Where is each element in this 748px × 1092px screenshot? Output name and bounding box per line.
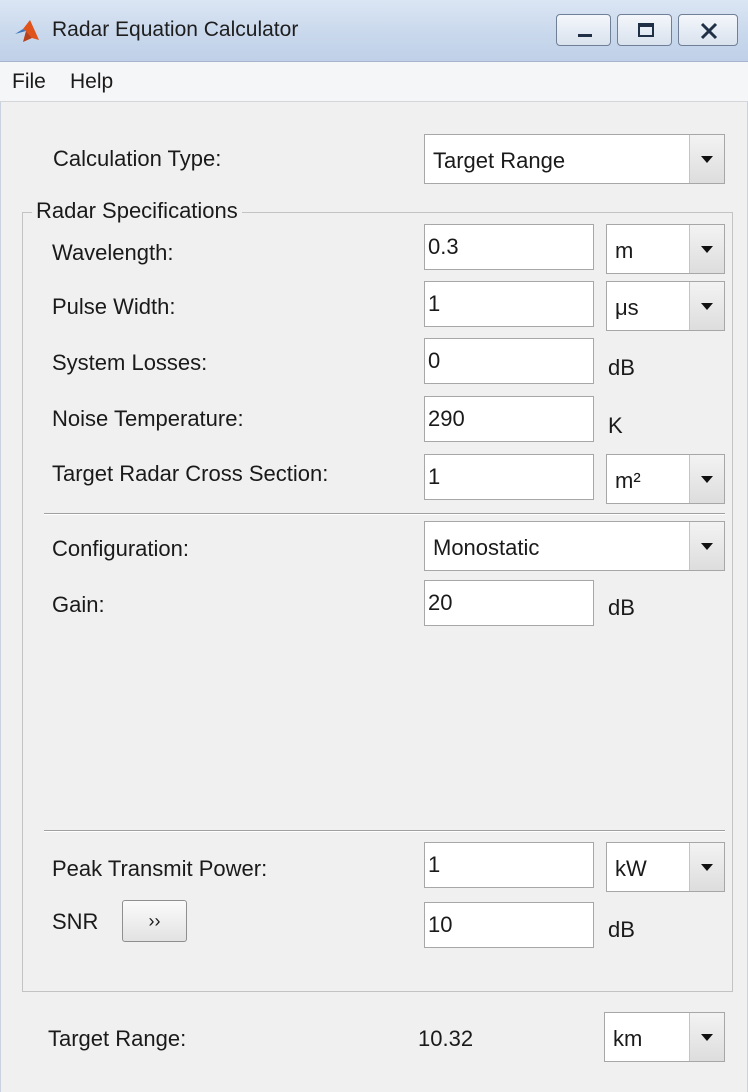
chevron-down-icon: [701, 156, 713, 163]
target-range-unit-dropdown[interactable]: km: [604, 1012, 725, 1062]
target-range-label: Target Range:: [48, 1026, 187, 1051]
pulse-width-value: 1: [428, 291, 441, 316]
noise-temperature-unit: K: [608, 413, 623, 438]
snr-label: SNR: [52, 909, 99, 934]
system-losses-value: 0: [428, 348, 441, 373]
minimize-button[interactable]: [556, 14, 611, 46]
peak-power-unit-dropdown[interactable]: kW: [606, 842, 725, 892]
menu-file[interactable]: File: [12, 70, 46, 94]
wavelength-unit-dropdown[interactable]: m: [606, 224, 725, 274]
wavelength-value: 0.3: [428, 234, 459, 259]
wavelength-label: Wavelength:: [52, 240, 174, 265]
system-losses-unit: dB: [608, 355, 635, 380]
pulse-width-label: Pulse Width:: [52, 294, 176, 319]
wavelength-field[interactable]: 0.3: [424, 224, 594, 270]
close-button[interactable]: [678, 14, 738, 46]
noise-temperature-label: Noise Temperature:: [52, 406, 244, 431]
wavelength-unit: m: [615, 238, 634, 263]
peak-power-field[interactable]: 1: [424, 842, 594, 888]
noise-temperature-value: 290: [428, 406, 465, 431]
peak-power-value: 1: [428, 852, 441, 877]
configuration-label: Configuration:: [52, 536, 189, 561]
minimize-icon: [578, 34, 592, 37]
pulse-width-unit-dropdown[interactable]: μs: [606, 281, 725, 331]
separator: [44, 830, 725, 832]
chevron-down-icon: [701, 1034, 713, 1041]
pulse-width-unit: μs: [615, 295, 639, 320]
window-title: Radar Equation Calculator: [52, 18, 299, 41]
target-range-value: 10.32: [418, 1026, 474, 1051]
dropdown-arrow[interactable]: [689, 455, 724, 503]
separator: [44, 513, 725, 515]
rcs-label: Target Radar Cross Section:: [52, 461, 329, 486]
dropdown-arrow[interactable]: [689, 522, 724, 570]
gain-field[interactable]: 20: [424, 580, 594, 626]
snr-button-label: ››: [148, 911, 161, 931]
snr-value: 10: [428, 912, 453, 937]
calculation-type-value: Target Range: [433, 148, 566, 173]
dropdown-arrow[interactable]: [689, 282, 724, 330]
gain-label: Gain:: [52, 592, 105, 617]
snr-unit: dB: [608, 917, 635, 942]
chevron-down-icon: [701, 246, 713, 253]
pulse-width-field[interactable]: 1: [424, 281, 594, 327]
target-range-unit: km: [613, 1026, 643, 1051]
configuration-value: Monostatic: [433, 535, 540, 560]
noise-temperature-field[interactable]: 290: [424, 396, 594, 442]
rcs-value: 1: [428, 464, 441, 489]
maximize-icon: [638, 23, 654, 37]
peak-power-unit: kW: [615, 856, 647, 881]
system-losses-label: System Losses:: [52, 350, 208, 375]
maximize-button[interactable]: [617, 14, 672, 46]
dropdown-arrow[interactable]: [689, 225, 724, 273]
calculation-type-dropdown[interactable]: Target Range: [424, 134, 725, 184]
snr-expand-button[interactable]: ››: [122, 900, 187, 942]
matlab-logo-icon: [15, 20, 39, 42]
peak-power-label: Peak Transmit Power:: [52, 856, 268, 881]
configuration-dropdown[interactable]: Monostatic: [424, 521, 725, 571]
dropdown-arrow[interactable]: [689, 843, 724, 891]
gain-value: 20: [428, 590, 453, 615]
snr-field[interactable]: 10: [424, 902, 594, 948]
chevron-down-icon: [701, 476, 713, 483]
chevron-down-icon: [701, 303, 713, 310]
rcs-unit-dropdown[interactable]: m²: [606, 454, 725, 504]
calculation-type-label: Calculation Type:: [53, 146, 222, 171]
rcs-unit: m²: [615, 468, 641, 493]
dropdown-arrow[interactable]: [689, 1013, 724, 1061]
close-icon: [700, 22, 718, 40]
menu-help[interactable]: Help: [70, 70, 113, 94]
rcs-field[interactable]: 1: [424, 454, 594, 500]
chevron-down-icon: [701, 543, 713, 550]
gain-unit: dB: [608, 595, 635, 620]
system-losses-field[interactable]: 0: [424, 338, 594, 384]
dropdown-arrow[interactable]: [689, 135, 724, 183]
radar-specifications-title: Radar Specifications: [32, 197, 242, 225]
chevron-down-icon: [701, 864, 713, 871]
